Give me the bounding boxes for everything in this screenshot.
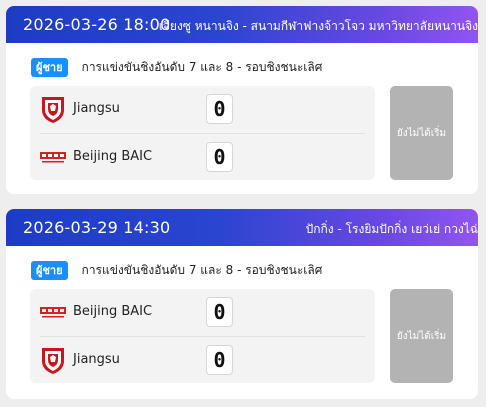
team-name: Jiangsu [73, 352, 120, 367]
match-card[interactable]: 2026-03-29 14:30 ปักกิ่ง - โรงยิมปักกิ่ง… [6, 209, 478, 399]
match-status-button[interactable]: ยังไม่ได้เริ่ม [390, 289, 453, 383]
team-score: 0 [206, 345, 233, 375]
baic-logo-icon [40, 152, 66, 163]
team-score: 0 [206, 297, 233, 327]
match-datetime: 2026-03-26 18:00 [23, 15, 171, 34]
jiangsu-crest-icon [42, 348, 64, 374]
teams-box: Beijing BAIC 0 Jiangsu 0 [30, 289, 375, 383]
team-score: 0 [206, 94, 233, 124]
gender-badge: ผู้ชาย [31, 57, 68, 77]
match-card[interactable]: 2026-03-26 18:00 เจียงซู หนานจิง - สนามก… [6, 6, 478, 194]
team-row-away[interactable]: Beijing BAIC 0 [30, 134, 375, 180]
match-card-header: 2026-03-29 14:30 ปักกิ่ง - โรงยิมปักกิ่ง… [6, 209, 478, 246]
team-score: 0 [206, 142, 233, 172]
match-status-button[interactable]: ยังไม่ได้เริ่ม [390, 86, 453, 180]
team-row-home[interactable]: Beijing BAIC 0 [30, 289, 375, 335]
match-datetime: 2026-03-29 14:30 [23, 218, 171, 237]
team-row-home[interactable]: Jiangsu 0 [30, 86, 375, 132]
round-label: การแข่งขันชิงอันดับ 7 และ 8 - รอบชิงชนะเ… [81, 262, 323, 277]
teams-box: Jiangsu 0 Beijing BAIC 0 [30, 86, 375, 180]
match-venue: เจียงซู หนานจิง - สนามกีฬาฟางจ้าวโจว มหา… [158, 19, 478, 33]
match-venue: ปักกิ่ง - โรงยิมปักกิ่ง เยว่เย่ กวงไฉ่ [305, 222, 478, 236]
round-label: การแข่งขันชิงอันดับ 7 และ 8 - รอบชิงชนะเ… [81, 59, 323, 74]
gender-badge: ผู้ชาย [31, 260, 68, 280]
team-row-away[interactable]: Jiangsu 0 [30, 337, 375, 383]
match-card-header: 2026-03-26 18:00 เจียงซู หนานจิง - สนามก… [6, 6, 478, 43]
team-name: Beijing BAIC [73, 149, 153, 164]
team-name: Beijing BAIC [73, 304, 153, 319]
league-row: ผู้ชาย การแข่งขันชิงอันดับ 7 และ 8 - รอบ… [31, 57, 322, 77]
baic-logo-icon [40, 307, 66, 318]
team-name: Jiangsu [73, 101, 120, 116]
jiangsu-crest-icon [42, 97, 64, 123]
league-row: ผู้ชาย การแข่งขันชิงอันดับ 7 และ 8 - รอบ… [31, 260, 322, 280]
